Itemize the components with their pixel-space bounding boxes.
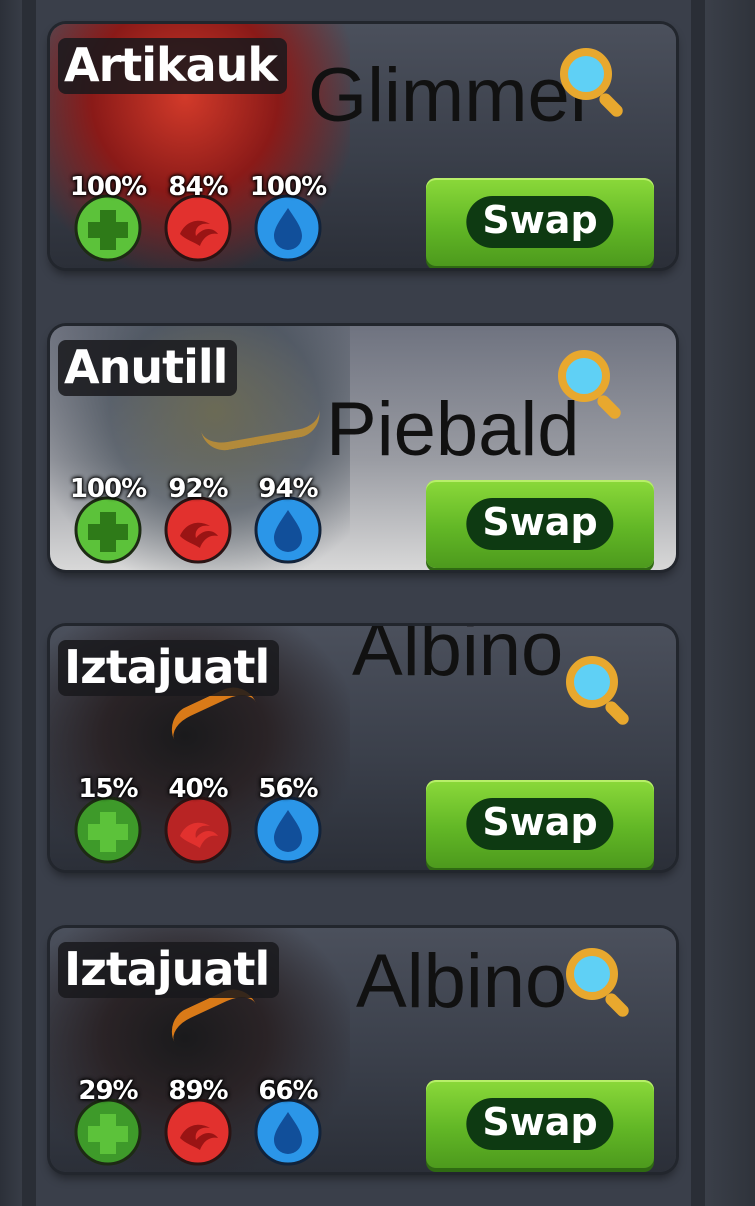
- energy-value: 66%: [258, 1076, 318, 1106]
- right-rail: [691, 0, 705, 1206]
- monster-card[interactable]: Artikauk Glimmer 100% 84% 100% Swap: [50, 24, 676, 268]
- energy-value: 56%: [258, 774, 318, 804]
- monster-card[interactable]: Iztajuatl Albino 29% 89% 66% Swap: [50, 928, 676, 1172]
- swap-button[interactable]: Swap: [426, 780, 654, 868]
- attack-value: 89%: [168, 1076, 228, 1106]
- monster-name: Artikauk: [58, 38, 288, 94]
- variant-label: Piebald: [326, 387, 580, 472]
- drop-icon: [254, 1098, 322, 1166]
- plus-icon: [74, 796, 142, 864]
- monster-card[interactable]: Anutill Piebald 100% 92% 94% Swap: [50, 326, 676, 570]
- health-value: 15%: [78, 774, 138, 804]
- health-stat: 15%: [64, 774, 152, 866]
- variant-label: Albino: [352, 626, 564, 692]
- magnify-icon[interactable]: [558, 650, 638, 730]
- swap-button[interactable]: Swap: [426, 480, 654, 568]
- claw-icon: [164, 194, 232, 262]
- monster-name: Iztajuatl: [58, 640, 280, 696]
- swap-label: Swap: [466, 196, 614, 248]
- health-value: 100%: [69, 172, 147, 202]
- drop-icon: [254, 194, 322, 262]
- attack-value: 84%: [168, 172, 228, 202]
- magnify-icon[interactable]: [558, 942, 638, 1022]
- monster-name: Anutill: [58, 340, 238, 396]
- attack-stat: 89%: [154, 1076, 242, 1168]
- monster-name: Iztajuatl: [58, 942, 280, 998]
- variant-label: Albino: [356, 939, 568, 1024]
- drop-icon: [254, 796, 322, 864]
- attack-value: 40%: [168, 774, 228, 804]
- energy-stat: 100%: [244, 172, 332, 264]
- energy-value: 94%: [258, 474, 318, 504]
- attack-stat: 84%: [154, 172, 242, 264]
- attack-stat: 40%: [154, 774, 242, 866]
- attack-stat: 92%: [154, 474, 242, 566]
- magnify-icon[interactable]: [552, 42, 632, 122]
- monster-card[interactable]: Iztajuatl Albino 15% 40% 56% Swap: [50, 626, 676, 870]
- swap-label: Swap: [466, 1098, 614, 1150]
- attack-value: 92%: [168, 474, 228, 504]
- health-stat: 100%: [64, 172, 152, 264]
- claw-icon: [164, 496, 232, 564]
- energy-stat: 56%: [244, 774, 332, 866]
- health-stat: 29%: [64, 1076, 152, 1168]
- health-value: 100%: [69, 474, 147, 504]
- energy-stat: 94%: [244, 474, 332, 566]
- magnify-icon[interactable]: [550, 344, 630, 424]
- drop-icon: [254, 496, 322, 564]
- plus-icon: [74, 1098, 142, 1166]
- plus-icon: [74, 496, 142, 564]
- swap-button[interactable]: Swap: [426, 1080, 654, 1168]
- plus-icon: [74, 194, 142, 262]
- energy-value: 100%: [249, 172, 327, 202]
- health-value: 29%: [78, 1076, 138, 1106]
- left-rail: [22, 0, 36, 1206]
- claw-icon: [164, 1098, 232, 1166]
- swap-label: Swap: [466, 798, 614, 850]
- health-stat: 100%: [64, 474, 152, 566]
- swap-button[interactable]: Swap: [426, 178, 654, 266]
- claw-icon: [164, 796, 232, 864]
- energy-stat: 66%: [244, 1076, 332, 1168]
- swap-label: Swap: [466, 498, 614, 550]
